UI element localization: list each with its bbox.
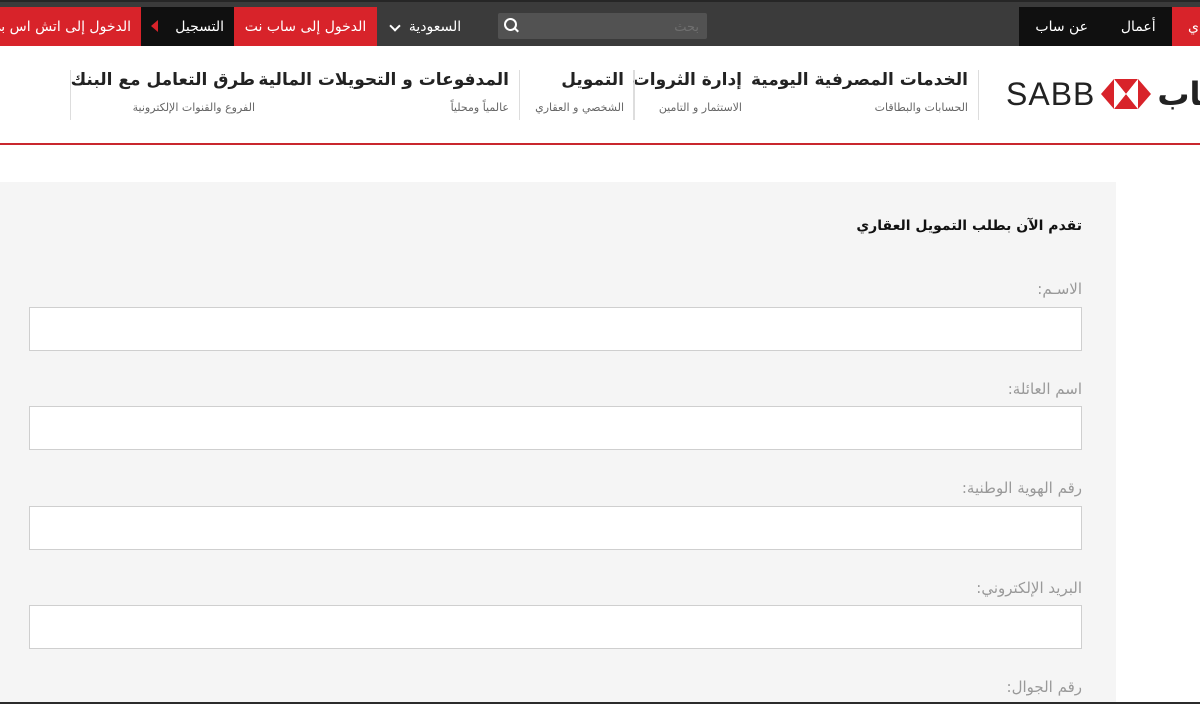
sabb-logo[interactable]: SABB ساب: [1006, 70, 1200, 118]
topbar-edge: [0, 0, 1200, 2]
logo-latin-text: SABB: [1006, 75, 1096, 112]
email-label: البريد الإلكتروني:: [976, 579, 1082, 597]
search-box: [498, 13, 707, 41]
national-id-input[interactable]: [30, 507, 1081, 549]
first-name-input[interactable]: [30, 308, 1081, 350]
login-hsbc-link[interactable]: الدخول إلى اتش اس بي: [0, 7, 141, 46]
nav-title: طرق التعامل مع البنك: [70, 70, 255, 90]
nav-subtitle: الفروع والقنوات الإلكترونية: [132, 101, 255, 114]
business-link[interactable]: أعمال: [1121, 19, 1156, 35]
national-id-label: رقم الهوية الوطنية:: [961, 479, 1082, 497]
register-link[interactable]: التسجيل: [141, 7, 234, 46]
national-id-field-box: [29, 506, 1082, 550]
last-name-input[interactable]: [30, 407, 1081, 449]
header-divider: [0, 143, 1200, 145]
search-input[interactable]: [522, 13, 701, 41]
country-label: السعودية: [408, 18, 462, 35]
nav-daily-banking[interactable]: الخدمات المصرفية اليومية الحسابات والبطا…: [750, 70, 979, 120]
logo-arabic-text: ساب: [1157, 75, 1200, 113]
nav-subtitle: عالمياً ومحلياً: [450, 101, 509, 114]
login-sabbnet-label: الدخول إلى ساب نت: [244, 18, 367, 35]
nav-title: إدارة الثروات: [632, 70, 742, 90]
nav-finance[interactable]: التمويل الشخصي و العقاري: [519, 70, 635, 120]
segment-tabs: عن ساب أعمال: [1019, 7, 1172, 46]
hexagon-logo-icon: [1101, 79, 1152, 109]
email-input[interactable]: [30, 606, 1081, 648]
search-icon[interactable]: [504, 18, 517, 31]
login-hsbc-label: الدخول إلى اتش اس بي: [0, 18, 131, 35]
first-name-label: الاسـم:: [1037, 280, 1082, 298]
first-name-field-box: [29, 307, 1082, 351]
register-label: التسجيل: [175, 18, 224, 35]
nav-banking-channels[interactable]: طرق التعامل مع البنك الفروع والقنوات الإ…: [70, 70, 265, 120]
email-field-box: [29, 605, 1082, 649]
personal-link[interactable]: ي: [1172, 7, 1200, 46]
last-name-field-box: [29, 406, 1082, 450]
personal-label: ي: [1188, 18, 1199, 35]
nav-title: المدفوعات و التحويلات المالية: [258, 70, 509, 90]
login-sabbnet-link[interactable]: الدخول إلى ساب نت: [234, 7, 377, 46]
last-name-label: اسم العائلة:: [1007, 380, 1082, 398]
top-utility-bar: الدخول إلى اتش اس بي التسجيل الدخول إلى …: [0, 0, 1200, 46]
nav-subtitle: الاستثمار و التامين: [658, 101, 742, 114]
about-sabb-link[interactable]: عن ساب: [1035, 19, 1088, 35]
country-selector[interactable]: السعودية: [377, 7, 473, 46]
nav-title: التمويل: [561, 70, 624, 90]
nav-title: الخدمات المصرفية اليومية: [750, 70, 968, 90]
nav-wealth-management[interactable]: إدارة الثروات الاستثمار و التامين: [633, 70, 752, 120]
nav-payments-transfers[interactable]: المدفوعات و التحويلات المالية عالمياً وم…: [258, 70, 519, 120]
nav-subtitle: الحسابات والبطاقات: [874, 101, 968, 114]
chevron-left-icon: [151, 20, 158, 32]
mobile-label: رقم الجوال:: [1006, 678, 1082, 696]
form-title: تقدم الآن بطلب التمويل العقاري: [856, 218, 1082, 234]
chevron-down-icon: [389, 21, 401, 33]
nav-subtitle: الشخصي و العقاري: [535, 101, 624, 114]
